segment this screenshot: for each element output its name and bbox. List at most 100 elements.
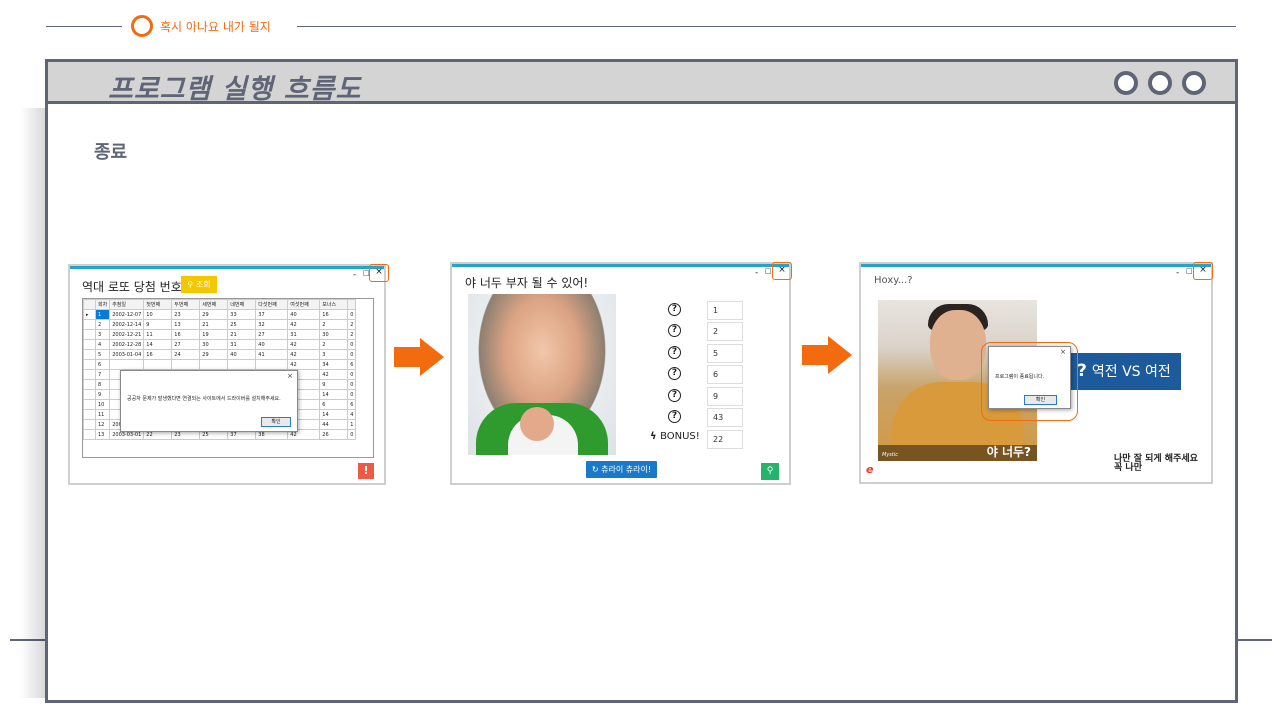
- table-cell[interactable]: 21: [227, 329, 257, 340]
- search-button[interactable]: ⚲ 조회: [181, 276, 217, 293]
- table-cell[interactable]: 14: [143, 339, 173, 350]
- table-cell[interactable]: 7: [94, 369, 111, 380]
- table-cell[interactable]: 34: [319, 359, 349, 370]
- table-cell[interactable]: 10: [143, 309, 173, 320]
- table-cell[interactable]: 0: [347, 349, 357, 360]
- table-cell[interactable]: 0: [347, 389, 357, 400]
- table-cell[interactable]: 13: [94, 429, 111, 440]
- table-cell[interactable]: 40: [287, 309, 321, 320]
- column-header[interactable]: 여섯번째: [287, 299, 321, 310]
- table-cell[interactable]: [255, 359, 289, 370]
- table-cell[interactable]: 16: [143, 349, 173, 360]
- table-cell[interactable]: 0: [347, 369, 357, 380]
- table-cell[interactable]: 2002-12-28: [109, 339, 145, 350]
- table-cell[interactable]: 2: [319, 319, 349, 330]
- table-cell[interactable]: 40: [255, 339, 289, 350]
- close-button[interactable]: ×: [772, 262, 792, 280]
- table-cell[interactable]: 42: [287, 339, 321, 350]
- table-cell[interactable]: 3: [94, 329, 111, 340]
- table-cell[interactable]: 29: [199, 349, 229, 360]
- search-button[interactable]: ⚲: [761, 463, 779, 480]
- draw-button[interactable]: ↻ 츄라이 츄라이!: [586, 461, 657, 478]
- table-cell[interactable]: 11: [94, 409, 111, 420]
- table-cell[interactable]: 2: [94, 319, 111, 330]
- table-cell[interactable]: 16: [319, 309, 349, 320]
- column-header[interactable]: 회차: [94, 299, 111, 310]
- table-cell[interactable]: 42: [287, 359, 321, 370]
- table-cell[interactable]: 21: [199, 319, 229, 330]
- close-button[interactable]: ×: [1193, 262, 1213, 280]
- table-cell[interactable]: 0: [347, 339, 357, 350]
- column-header[interactable]: 보너스: [319, 299, 349, 310]
- table-cell[interactable]: 31: [287, 329, 321, 340]
- table-cell[interactable]: 6: [94, 359, 111, 370]
- table-cell[interactable]: 2002-12-07: [109, 309, 145, 320]
- table-cell[interactable]: 41: [255, 349, 289, 360]
- table-cell[interactable]: 19: [199, 329, 229, 340]
- table-cell[interactable]: 27: [171, 339, 201, 350]
- table-cell[interactable]: 27: [255, 329, 289, 340]
- table-row[interactable]: 4 2002-12-28 14 27 30 31 40 42 2 0: [83, 339, 357, 350]
- column-header[interactable]: 두번째: [171, 299, 201, 310]
- table-cell[interactable]: 8: [94, 379, 111, 390]
- table-row[interactable]: 2 2002-12-14 9 13 21 25 32 42 2 2: [83, 319, 357, 330]
- table-cell[interactable]: 14: [319, 409, 349, 420]
- table-cell[interactable]: 9: [94, 389, 111, 400]
- table-cell[interactable]: 25: [227, 319, 257, 330]
- table-row[interactable]: 6 42 34 6: [83, 359, 357, 370]
- table-cell[interactable]: 10: [94, 399, 111, 410]
- minimize-button[interactable]: -: [353, 270, 356, 280]
- table-cell[interactable]: 6: [347, 359, 357, 370]
- table-cell[interactable]: 24: [171, 349, 201, 360]
- table-cell[interactable]: 42: [287, 349, 321, 360]
- table-cell[interactable]: 2002-12-14: [109, 319, 145, 330]
- table-row[interactable]: ▸ 1 2002-12-07 10 23 29 33 37 40 16 0: [83, 309, 357, 320]
- column-header[interactable]: 세번째: [199, 299, 229, 310]
- dialog-close-button[interactable]: ×: [287, 372, 293, 380]
- column-header[interactable]: 추첨일: [109, 299, 145, 310]
- table-cell[interactable]: 6: [347, 399, 357, 410]
- table-cell[interactable]: 42: [319, 369, 349, 380]
- table-cell[interactable]: 0: [347, 309, 357, 320]
- table-cell[interactable]: 26: [319, 429, 349, 440]
- table-cell[interactable]: [171, 359, 201, 370]
- table-cell[interactable]: 32: [255, 319, 289, 330]
- table-cell[interactable]: 33: [227, 309, 257, 320]
- dialog-ok-button[interactable]: 확인: [261, 417, 291, 427]
- table-cell[interactable]: 2002-12-21: [109, 329, 145, 340]
- minimize-button[interactable]: -: [755, 268, 758, 278]
- table-cell[interactable]: 12: [94, 419, 111, 430]
- column-header[interactable]: 다섯번째: [255, 299, 289, 310]
- column-header[interactable]: 네번째: [227, 299, 257, 310]
- table-row[interactable]: 3 2002-12-21 11 16 19 21 27 31 30 2: [83, 329, 357, 340]
- table-cell[interactable]: 9: [143, 319, 173, 330]
- column-header[interactable]: [347, 299, 357, 310]
- table-cell[interactable]: 44: [319, 419, 349, 430]
- table-cell[interactable]: 4: [94, 339, 111, 350]
- table-cell[interactable]: 2003-01-04: [109, 349, 145, 360]
- table-cell[interactable]: 6: [319, 399, 349, 410]
- table-cell[interactable]: 16: [171, 329, 201, 340]
- table-cell[interactable]: 11: [143, 329, 173, 340]
- table-cell[interactable]: 23: [171, 309, 201, 320]
- table-row[interactable]: 5 2003-01-04 16 24 29 40 41 42 3 0: [83, 349, 357, 360]
- table-cell[interactable]: 30: [199, 339, 229, 350]
- table-cell[interactable]: 2: [347, 319, 357, 330]
- table-cell[interactable]: 0: [347, 379, 357, 390]
- table-cell[interactable]: 2: [347, 329, 357, 340]
- table-cell[interactable]: 14: [319, 389, 349, 400]
- dialog-ok-button[interactable]: 확인: [1024, 395, 1057, 405]
- table-cell[interactable]: [199, 359, 229, 370]
- table-cell[interactable]: 4: [347, 409, 357, 420]
- table-cell[interactable]: 3: [319, 349, 349, 360]
- table-cell[interactable]: 37: [255, 309, 289, 320]
- table-cell[interactable]: 1: [347, 419, 357, 430]
- close-button[interactable]: ×: [369, 264, 389, 282]
- table-cell[interactable]: 13: [171, 319, 201, 330]
- table-cell[interactable]: [109, 359, 145, 370]
- maximize-button[interactable]: □: [1186, 267, 1193, 275]
- dialog-close-button[interactable]: ×: [1060, 348, 1066, 356]
- table-cell[interactable]: 1: [94, 309, 111, 320]
- table-cell[interactable]: 42: [287, 319, 321, 330]
- table-cell[interactable]: 9: [319, 379, 349, 390]
